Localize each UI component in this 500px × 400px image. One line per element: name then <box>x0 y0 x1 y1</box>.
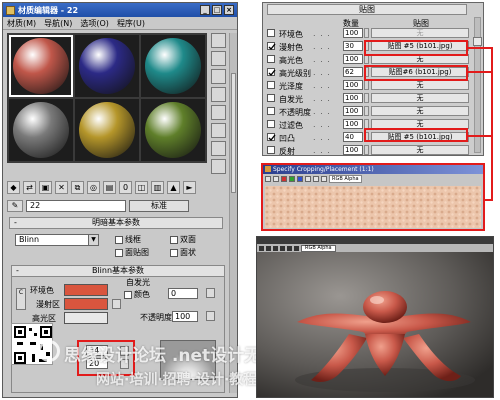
render-title-bar <box>257 237 493 244</box>
blue-channel-icon[interactable] <box>287 245 292 251</box>
red-channel-icon[interactable] <box>273 245 278 251</box>
render-frame-window: RGB Alpha <box>256 236 494 398</box>
arrow-link-diffuse <box>468 47 493 73</box>
render-channel-select[interactable]: RGB Alpha <box>301 244 336 252</box>
crop-window-highlight-box <box>261 163 485 231</box>
rendered-scene <box>257 252 493 397</box>
green-channel-icon[interactable] <box>280 245 285 251</box>
alpha-channel-icon[interactable] <box>294 245 299 251</box>
save-icon[interactable] <box>259 245 264 251</box>
arrow-link-bump <box>468 48 493 137</box>
clone-icon[interactable] <box>266 245 271 251</box>
render-toolbar: RGB Alpha <box>257 244 493 252</box>
arrow-link-crop <box>484 136 493 201</box>
